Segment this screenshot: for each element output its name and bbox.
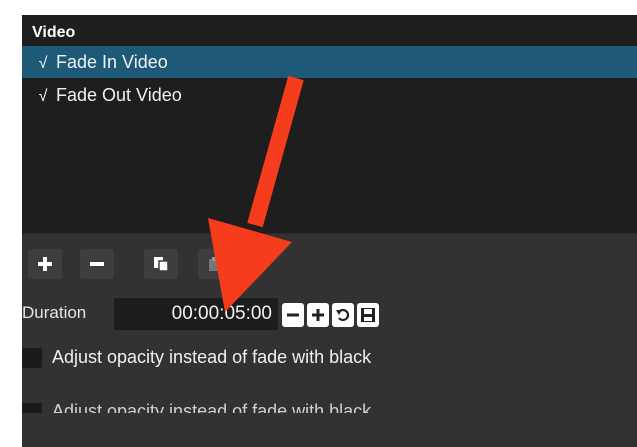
increment-button[interactable]	[307, 303, 329, 327]
list-item-fade-out-video[interactable]: √ Fade Out Video	[22, 79, 637, 111]
duration-label: Duration	[22, 303, 87, 322]
adjust-opacity-label: Adjust opacity instead of fade with blac…	[52, 347, 372, 367]
adjust-opacity-checkbox[interactable]	[22, 348, 42, 368]
list-item-label: Fade In Video	[56, 52, 168, 72]
filter-toolbar	[22, 245, 637, 283]
duration-timecode-input[interactable]: 00:00:05:00	[114, 298, 278, 330]
ghost-checkbox	[22, 403, 42, 413]
add-filter-button[interactable]	[28, 249, 62, 279]
list-item-fade-in-video[interactable]: √ Fade In Video	[22, 46, 637, 78]
reset-button[interactable]	[332, 303, 354, 327]
minus-icon	[90, 262, 104, 266]
plus-icon	[38, 257, 52, 271]
opacity-option-row[interactable]: Adjust opacity instead of fade with blac…	[22, 345, 637, 373]
list-item-label: Fade Out Video	[56, 85, 182, 105]
duration-row: Duration 00:00:05:00	[22, 295, 637, 335]
ghost-text: Adjust opacity instead of fade with blac…	[52, 401, 372, 413]
copy-filter-button[interactable]	[144, 249, 178, 279]
minus-icon	[287, 313, 299, 317]
group-header-video: Video	[32, 24, 76, 41]
checkmark-icon[interactable]: √	[30, 81, 56, 113]
paste-filter-button[interactable]	[198, 249, 232, 279]
filter-list[interactable]: Video √ Fade In Video √ Fade Out Video	[22, 15, 637, 234]
undo-icon	[336, 308, 350, 322]
save-preset-button[interactable]	[357, 303, 379, 327]
save-icon	[361, 308, 375, 322]
remove-filter-button[interactable]	[80, 249, 114, 279]
copy-icon	[154, 257, 169, 272]
decrement-button[interactable]	[282, 303, 304, 327]
outer-background	[0, 0, 22, 447]
paste-icon	[209, 257, 221, 271]
ghost-text-artifact: Adjust opacity instead of fade with blac…	[22, 397, 637, 413]
checkmark-icon[interactable]: √	[30, 48, 56, 80]
plus-icon	[312, 309, 324, 321]
filter-panel: Video √ Fade In Video √ Fade Out Video Dur…	[22, 15, 637, 447]
